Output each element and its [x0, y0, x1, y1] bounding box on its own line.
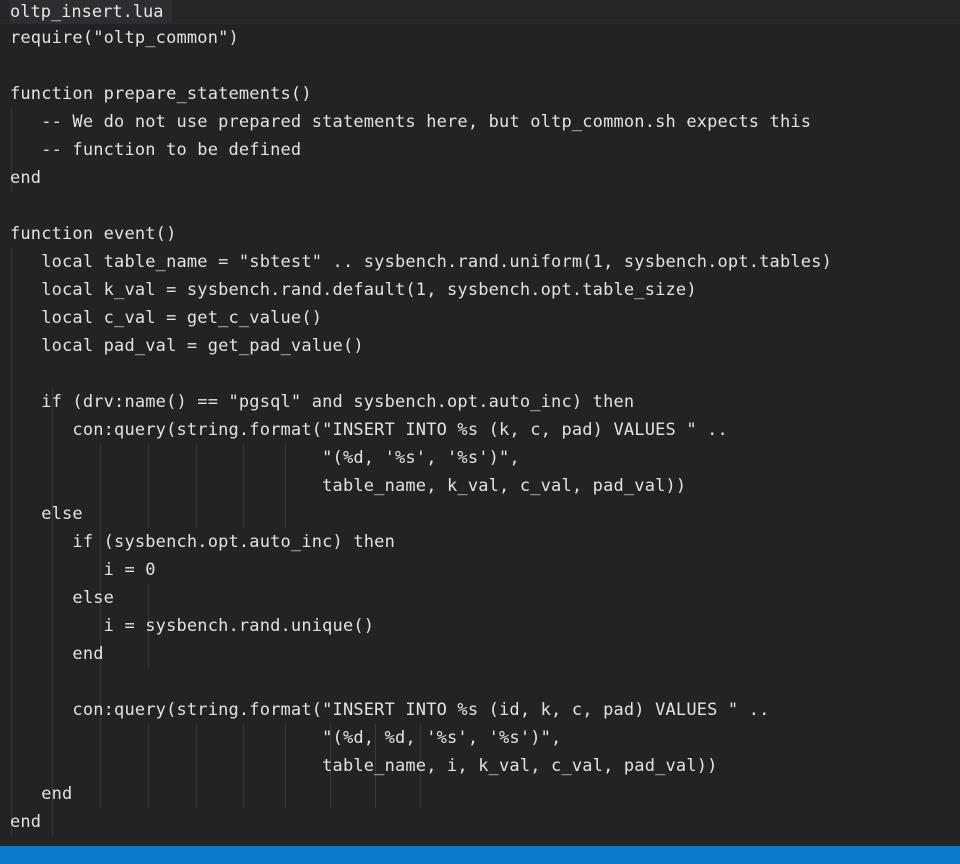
code-line: con:query(string.format("INSERT INTO %s …	[10, 700, 770, 720]
code-line: end	[10, 644, 104, 664]
code-line: local table_name = "sbtest" .. sysbench.…	[10, 252, 832, 272]
code-line: -- We do not use prepared statements her…	[10, 112, 812, 132]
code-line: end	[10, 812, 42, 832]
status-bar-content	[0, 846, 960, 864]
code-line: else	[10, 588, 115, 608]
code-lines: require("oltp_common") function prepare_s…	[0, 24, 960, 836]
code-line: else	[10, 504, 83, 524]
code-line: "(%d, %d, '%s', '%s')",	[10, 728, 562, 748]
code-line: function event()	[10, 224, 177, 244]
code-line: local pad_val = get_pad_value()	[10, 336, 364, 356]
editor-window: oltp_insert.lua require("oltp_common")fu…	[0, 0, 960, 864]
code-line: local c_val = get_c_value()	[10, 308, 323, 328]
code-line: if (sysbench.opt.auto_inc) then	[10, 532, 395, 552]
code-line: if (drv:name() == "pgsql" and sysbench.o…	[10, 392, 635, 412]
code-line: end	[10, 784, 73, 804]
code-line: table_name, i, k_val, c_val, pad_val))	[10, 756, 718, 776]
code-line: local k_val = sysbench.rand.default(1, s…	[10, 280, 697, 300]
code-line: -- function to be defined	[10, 140, 302, 160]
code-editor[interactable]: require("oltp_common") function prepare_s…	[0, 24, 960, 846]
status-bar[interactable]	[0, 846, 960, 864]
titlebar: oltp_insert.lua	[0, 0, 960, 24]
code-line: i = 0	[10, 560, 156, 580]
code-line: i = sysbench.rand.unique()	[10, 616, 375, 636]
code-line: table_name, k_val, c_val, pad_val))	[10, 476, 687, 496]
editor-tab-filename[interactable]: oltp_insert.lua	[10, 0, 172, 23]
code-line: "(%d, '%s', '%s')",	[10, 448, 520, 468]
code-line: con:query(string.format("INSERT INTO %s …	[10, 420, 728, 440]
code-line: function prepare_statements()	[10, 84, 312, 104]
code-line: end	[10, 168, 42, 188]
code-line: require("oltp_common")	[10, 28, 239, 48]
